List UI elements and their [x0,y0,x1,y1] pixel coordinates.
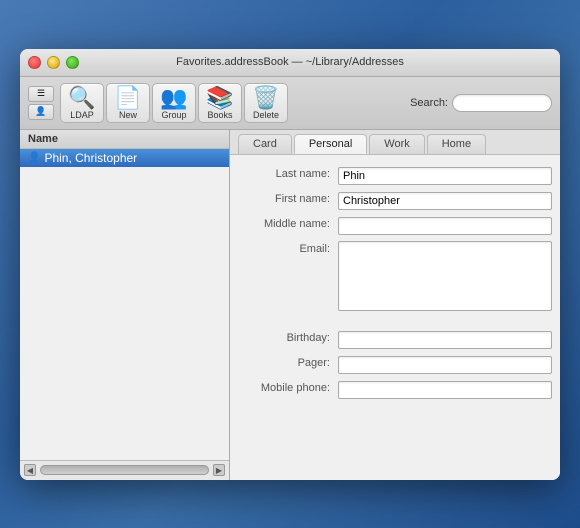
content-area: Name 👤 Phin, Christopher ◀ ▶ Card [20,130,560,480]
birthday-field [338,330,552,349]
birthday-input[interactable] [338,331,552,349]
middle-name-label: Middle name: [238,216,338,230]
first-name-label: First name: [238,191,338,205]
tab-bar: Card Personal Work Home [230,130,560,155]
form-row-last-name: Last name: [230,163,560,188]
first-name-input[interactable] [338,192,552,210]
middle-name-input[interactable] [338,217,552,235]
tab-home[interactable]: Home [427,134,486,154]
group-label: Group [161,110,186,120]
person-icon-btn[interactable]: 👤 [28,104,54,120]
mobile-phone-field [338,380,552,399]
sidebar-scrollbar: ◀ ▶ [20,460,229,480]
pager-field [338,355,552,374]
tab-card-label: Card [253,138,277,150]
close-button[interactable] [28,56,41,69]
title-bar: Favorites.addressBook — ~/Library/Addres… [20,49,560,77]
tab-work-label: Work [384,138,409,150]
tab-personal-label: Personal [309,138,352,150]
search-area: Search: [410,94,552,112]
toolbar: ☰ 👤 🔍 LDAP 📄 New 👥 Group 📚 Books 🗑️ Dele… [20,77,560,130]
tab-work[interactable]: Work [369,134,424,154]
pager-label: Pager: [238,355,338,369]
sidebar-item-label: Phin, Christopher [44,151,137,165]
scroll-thumb[interactable] [40,465,209,475]
mobile-phone-input[interactable] [338,381,552,399]
last-name-field [338,166,552,185]
scroll-right-arrow[interactable]: ▶ [213,464,225,476]
new-label: New [119,110,137,120]
form-row-mobile-phone: Mobile phone: [230,377,560,402]
mobile-phone-label: Mobile phone: [238,380,338,394]
form-row-pager: Pager: [230,352,560,377]
new-button[interactable]: 📄 New [106,83,150,123]
sidebar-item-phin-christopher[interactable]: 👤 Phin, Christopher [20,149,229,167]
group-icon: 👥 [160,87,187,109]
form-row-email: Email: [230,238,560,319]
search-label: Search: [410,97,448,109]
traffic-lights [28,56,79,69]
list-view-button[interactable]: ☰ [28,86,54,102]
form-row-birthday: Birthday: [230,327,560,352]
minimize-button[interactable] [47,56,60,69]
maximize-button[interactable] [66,56,79,69]
books-label: Books [207,110,232,120]
scroll-left-arrow[interactable]: ◀ [24,464,36,476]
window-title: Favorites.addressBook — ~/Library/Addres… [176,56,404,68]
toolbar-left-group: ☰ 👤 [28,86,54,120]
email-input[interactable] [338,241,552,311]
form-separator [230,319,560,327]
ldap-icon: 🔍 [68,87,95,109]
delete-icon: 🗑️ [252,87,279,109]
list-icon: ☰ [37,88,45,99]
ldap-label: LDAP [70,110,94,120]
delete-label: Delete [253,110,279,120]
person-small-icon: 👤 [28,152,40,163]
email-label: Email: [238,241,338,255]
birthday-label: Birthday: [238,330,338,344]
sidebar-header: Name [20,130,229,149]
pager-input[interactable] [338,356,552,374]
books-button[interactable]: 📚 Books [198,83,242,123]
address-book-window: Favorites.addressBook — ~/Library/Addres… [20,49,560,480]
tab-home-label: Home [442,138,471,150]
search-input[interactable] [452,94,552,112]
tab-personal[interactable]: Personal [294,134,367,154]
last-name-input[interactable] [338,167,552,185]
sidebar-list: 👤 Phin, Christopher [20,149,229,460]
delete-button[interactable]: 🗑️ Delete [244,83,288,123]
form-row-first-name: First name: [230,188,560,213]
sidebar: Name 👤 Phin, Christopher ◀ ▶ [20,130,230,480]
first-name-field [338,191,552,210]
last-name-label: Last name: [238,166,338,180]
group-button[interactable]: 👥 Group [152,83,196,123]
books-icon: 📚 [206,87,233,109]
form-area: Last name: First name: Middle name: [230,155,560,480]
tab-card[interactable]: Card [238,134,292,154]
middle-name-field [338,216,552,235]
detail-panel: Card Personal Work Home Last name: [230,130,560,480]
new-icon: 📄 [114,87,141,109]
form-row-middle-name: Middle name: [230,213,560,238]
person-icon: 👤 [35,106,46,117]
ldap-button[interactable]: 🔍 LDAP [60,83,104,123]
email-field [338,241,552,316]
